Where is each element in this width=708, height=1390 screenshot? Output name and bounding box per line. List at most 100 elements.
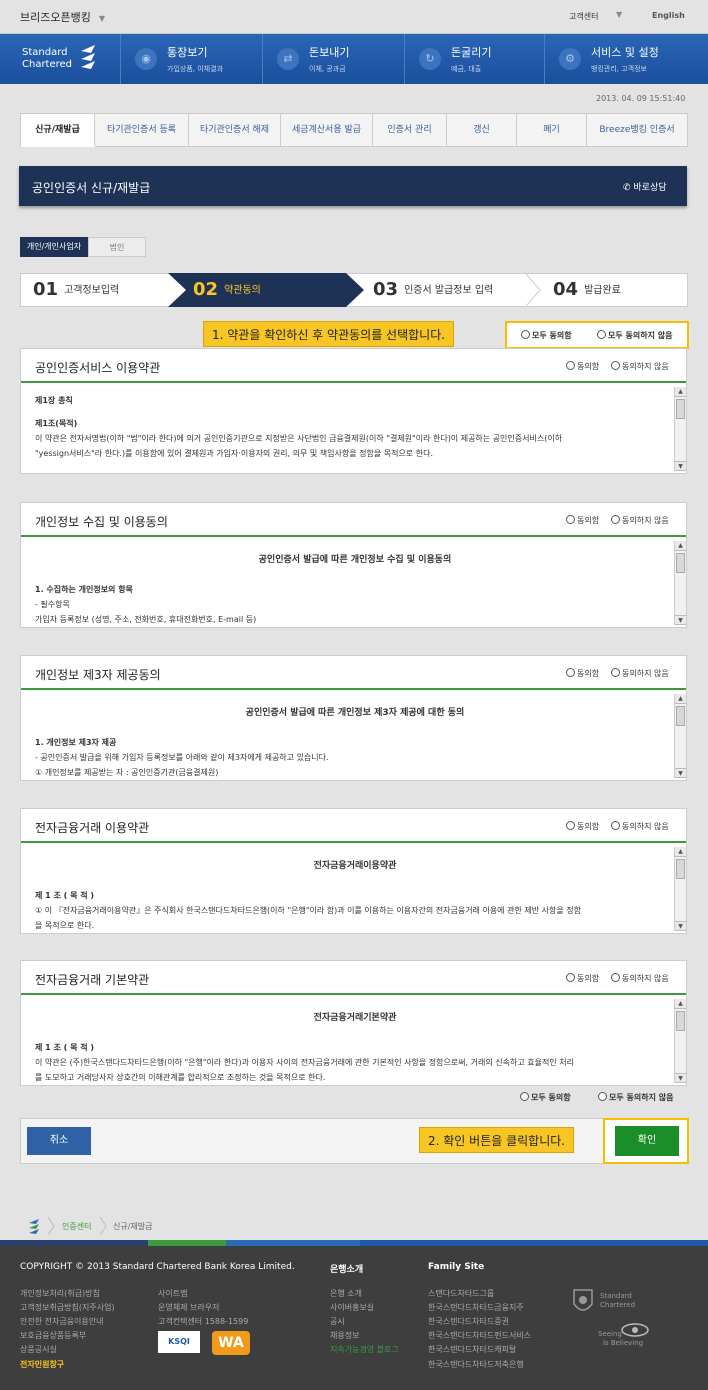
terms-text-box[interactable]: 제1장 총칙 제1조(목적) 이 약관은 전자서명법(이하 "법"이라 한다)에… bbox=[21, 387, 686, 471]
step-number: 03 bbox=[373, 279, 399, 300]
sc-logo-icon[interactable] bbox=[28, 1218, 40, 1234]
scroll-down-icon[interactable]: ▼ bbox=[675, 768, 686, 778]
footer-link[interactable]: 은행 소개 bbox=[330, 1288, 362, 1299]
scrollbar[interactable]: ▲ ▼ bbox=[674, 694, 686, 778]
disagree-all-radio[interactable]: 모두 동의하지 않음 bbox=[597, 330, 672, 341]
footer-link[interactable]: 안전한 전자금융이용안내 bbox=[20, 1316, 104, 1327]
efinance-usage-section: 전자금융거래 이용약관 동의함 동의하지 않음 전자금융거래이용약관 제 1 조… bbox=[20, 808, 687, 934]
scroll-down-icon[interactable]: ▼ bbox=[675, 615, 686, 625]
footer-link[interactable]: 사이버홍보실 bbox=[330, 1302, 374, 1313]
scroll-down-icon[interactable]: ▼ bbox=[675, 1073, 686, 1083]
terms-text-box[interactable]: 전자금융거래이용약관 제 1 조 ( 목 적 ) ① 이 『전자금융거래이용약관… bbox=[21, 847, 686, 931]
tab-cert-manage[interactable]: 인증서 관리 bbox=[373, 114, 447, 146]
disagree-radio[interactable]: 동의하지 않음 bbox=[611, 361, 669, 372]
tab-renew[interactable]: 갱신 bbox=[447, 114, 517, 146]
agree-radio[interactable]: 동의함 bbox=[566, 361, 599, 372]
section-header: 전자금융거래 기본약관 동의함 동의하지 않음 bbox=[21, 961, 686, 995]
scrollbar[interactable]: ▲ ▼ bbox=[674, 999, 686, 1083]
footer-link[interactable]: 한국스탠다드차타드증권 bbox=[428, 1316, 509, 1327]
footer-link[interactable]: 한국스탠다드차타드캐피탈 bbox=[428, 1344, 516, 1355]
scroll-down-icon[interactable]: ▼ bbox=[675, 921, 686, 931]
terms-text-box[interactable]: 공인인증서 발급에 따른 개인정보 수집 및 이용동의 1. 수집하는 개인정보… bbox=[21, 541, 686, 625]
standard-chartered-logo[interactable]: Standard Chartered bbox=[18, 42, 103, 76]
logo-text-line2: Chartered bbox=[22, 59, 73, 70]
disagree-radio[interactable]: 동의하지 않음 bbox=[611, 821, 669, 832]
terms-text-box[interactable]: 전자금융거래기본약관 제 1 조 ( 목 적 ) 이 약관은 (주)한국스탠다드… bbox=[21, 999, 686, 1083]
footer-link[interactable]: 한국스탠다드차타드저축은행 bbox=[428, 1359, 524, 1370]
scroll-up-icon[interactable]: ▲ bbox=[675, 694, 686, 704]
footer-link[interactable]: 한국스탠다드차타드펀드서비스 bbox=[428, 1330, 531, 1341]
scroll-thumb[interactable] bbox=[676, 553, 685, 573]
brand-dropdown[interactable]: 브리즈오픈뱅킹 ▼ bbox=[20, 9, 105, 25]
nav-item-accounts[interactable]: ◉ 통장보기 가입상품, 이체결과 bbox=[120, 34, 262, 84]
radio-icon bbox=[566, 821, 575, 830]
agree-radio[interactable]: 동의함 bbox=[566, 668, 599, 679]
scroll-thumb[interactable] bbox=[676, 399, 685, 419]
agree-radio[interactable]: 동의함 bbox=[566, 515, 599, 526]
footer-link[interactable]: 사이트맵 bbox=[158, 1288, 187, 1299]
footer-link[interactable]: 운영체제 브라우저 bbox=[158, 1302, 219, 1313]
radio-icon bbox=[566, 361, 575, 370]
chevron-down-icon[interactable]: ▼ bbox=[616, 10, 622, 19]
footer-link[interactable]: 한국스탠다드차타드금융지주 bbox=[428, 1302, 524, 1313]
footer-link[interactable]: 스탠다드차타드그룹 bbox=[428, 1288, 494, 1299]
terms-line: - 필수항목 bbox=[35, 600, 70, 609]
footer-link[interactable]: 고객컨택센터 1588-1599 bbox=[158, 1316, 248, 1327]
scroll-thumb[interactable] bbox=[676, 1011, 685, 1031]
nav-item-settings[interactable]: ⚙ 서비스 및 설정 뱅킹관리, 고객정보 bbox=[544, 34, 708, 84]
wa-badge: WA bbox=[212, 1331, 250, 1355]
agree-all-box: 모두 동의함 모두 동의하지 않음 bbox=[505, 321, 689, 349]
disagree-radio[interactable]: 동의하지 않음 bbox=[611, 668, 669, 679]
scrollbar[interactable]: ▲ ▼ bbox=[674, 847, 686, 931]
breadcrumb-separator-icon bbox=[100, 1217, 107, 1235]
consult-link[interactable]: ✆ 바로상담 bbox=[623, 180, 667, 193]
breadcrumb-cert-center[interactable]: 인증센터 bbox=[62, 1221, 91, 1232]
footer-link[interactable]: 개인정보처리(취급)방침 bbox=[20, 1288, 100, 1299]
subtab-corporate[interactable]: 법인 bbox=[88, 237, 146, 257]
footer-link[interactable]: 고객정보취급방침(지주사업) bbox=[20, 1302, 115, 1313]
english-link[interactable]: English bbox=[652, 11, 685, 20]
subtab-individual[interactable]: 개인/개인사업자 bbox=[20, 237, 88, 257]
scrollbar[interactable]: ▲ ▼ bbox=[674, 387, 686, 471]
tab-new-reissue[interactable]: 신규/재발급 bbox=[21, 114, 95, 147]
agree-all-radio[interactable]: 모두 동의함 bbox=[521, 330, 572, 341]
footer-link[interactable]: 공시 bbox=[330, 1316, 345, 1327]
tab-breeze-cert[interactable]: Breeze뱅킹 인증서 bbox=[587, 114, 687, 146]
scroll-thumb[interactable] bbox=[676, 859, 685, 879]
terms-text-box[interactable]: 공인인증서 발급에 따른 개인정보 제3자 제공에 대한 동의 1. 개인정보 … bbox=[21, 694, 686, 778]
scroll-up-icon[interactable]: ▲ bbox=[675, 847, 686, 857]
tab-unregister-other[interactable]: 타기관인증서 해제 bbox=[189, 114, 281, 146]
footer-link[interactable]: 채용정보 bbox=[330, 1330, 359, 1341]
tab-register-other[interactable]: 타기관인증서 등록 bbox=[95, 114, 189, 146]
footer-link[interactable]: 지속가능경영 블로그 bbox=[330, 1344, 399, 1355]
footer-link-complaint[interactable]: 전자민원창구 bbox=[20, 1359, 64, 1370]
disagree-radio[interactable]: 동의하지 않음 bbox=[611, 973, 669, 984]
tab-tax-invoice[interactable]: 세금계산서용 발급 bbox=[281, 114, 373, 146]
confirm-button[interactable]: 확인 bbox=[615, 1126, 679, 1156]
scrollbar[interactable]: ▲ ▼ bbox=[674, 541, 686, 625]
agree-radio[interactable]: 동의함 bbox=[566, 821, 599, 832]
nav-item-transfer[interactable]: ⇄ 돈보내기 이체, 공과금 bbox=[262, 34, 404, 84]
agree-all-radio-bottom[interactable]: 모두 동의함 bbox=[520, 1092, 571, 1103]
cancel-button[interactable]: 취소 bbox=[27, 1127, 91, 1155]
disagree-radio[interactable]: 동의하지 않음 bbox=[611, 515, 669, 526]
scroll-down-icon[interactable]: ▼ bbox=[675, 461, 686, 471]
terms-line: 을 목적으로 한다. bbox=[35, 921, 95, 930]
scroll-up-icon[interactable]: ▲ bbox=[675, 541, 686, 551]
footer-link[interactable]: 상품공시실 bbox=[20, 1344, 57, 1355]
disagree-all-radio-bottom[interactable]: 모두 동의하지 않음 bbox=[598, 1092, 673, 1103]
section-title: 개인정보 제3자 제공동의 bbox=[35, 668, 161, 682]
scroll-up-icon[interactable]: ▲ bbox=[675, 999, 686, 1009]
customer-center-link[interactable]: 고객센터 bbox=[569, 11, 598, 22]
terms-line: 제 1 조 ( 목 적 ) bbox=[35, 891, 95, 900]
agree-radio[interactable]: 동의함 bbox=[566, 973, 599, 984]
liverpool-crest-icon bbox=[573, 1289, 593, 1311]
disagree-label: 동의하지 않음 bbox=[622, 516, 669, 525]
tab-revoke[interactable]: 폐기 bbox=[517, 114, 587, 146]
footer-link[interactable]: 보호금융상품등록부 bbox=[20, 1330, 86, 1341]
ksqi-badge: KSQI bbox=[158, 1331, 200, 1353]
nav-item-invest[interactable]: ↻ 돈굴리기 예금, 대출 bbox=[404, 34, 544, 84]
radio-icon bbox=[520, 1092, 529, 1101]
scroll-up-icon[interactable]: ▲ bbox=[675, 387, 686, 397]
scroll-thumb[interactable] bbox=[676, 706, 685, 726]
